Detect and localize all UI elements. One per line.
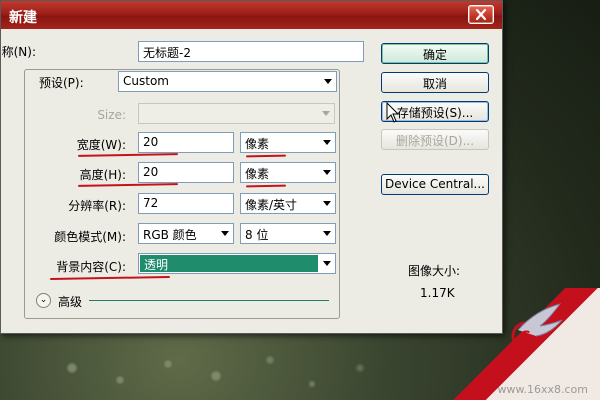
dialog-body: 名称(N): 无标题-2 预设(P): Custom Size: 宽度(W): … bbox=[0, 31, 493, 324]
dialog-title-bar[interactable]: 新建 bbox=[1, 1, 502, 29]
colormode-select[interactable]: RGB 颜色 bbox=[138, 223, 234, 244]
width-label: 宽度(W): bbox=[76, 138, 126, 152]
width-unit-select[interactable]: 像素 bbox=[240, 132, 336, 153]
height-unit-value: 像素 bbox=[245, 167, 270, 181]
preset-label: 预设(P): bbox=[36, 74, 87, 91]
resolution-unit-select[interactable]: 像素/英寸 bbox=[240, 193, 336, 214]
height-input[interactable]: 20 bbox=[138, 162, 234, 183]
chevron-down-icon bbox=[221, 231, 229, 236]
background-value: 透明 bbox=[140, 255, 318, 272]
chevron-down-icon bbox=[323, 170, 331, 175]
chevron-down-icon bbox=[323, 261, 331, 266]
preset-select[interactable]: Custom bbox=[118, 71, 337, 92]
advanced-expand-button[interactable]: ⌄ bbox=[36, 293, 51, 308]
size-label: Size: bbox=[97, 108, 126, 122]
height-unit-select[interactable]: 像素 bbox=[240, 162, 336, 183]
chevron-down-icon bbox=[322, 111, 330, 116]
delete-preset-button: 删除预设(D)... bbox=[381, 129, 489, 150]
preset-value: Custom bbox=[123, 74, 169, 88]
width-unit-value: 像素 bbox=[245, 137, 270, 151]
new-document-dialog: 新建 名称(N): 无标题-2 预设(P): Custom Size: 宽度(W… bbox=[0, 0, 503, 334]
advanced-label: 高级 bbox=[58, 295, 83, 309]
advanced-divider bbox=[89, 300, 329, 301]
close-button[interactable] bbox=[468, 5, 494, 24]
image-size-label: 图像大小: bbox=[408, 264, 461, 278]
resolution-label: 分辨率(R): bbox=[68, 199, 126, 213]
chevron-down-icon bbox=[323, 201, 331, 206]
site-watermark: S www.16xx8.com bbox=[440, 288, 600, 400]
ok-button[interactable]: 确定 bbox=[381, 43, 489, 64]
device-central-button[interactable]: Device Central... bbox=[381, 174, 489, 195]
chevron-down-icon bbox=[323, 231, 331, 236]
height-label: 高度(H): bbox=[79, 168, 126, 182]
bitdepth-select[interactable]: 8 位 bbox=[240, 223, 336, 244]
bitdepth-value: 8 位 bbox=[245, 228, 269, 242]
svg-text:S: S bbox=[521, 329, 531, 345]
mouse-cursor-icon bbox=[386, 102, 400, 123]
watermark-url: www.16xx8.com bbox=[497, 383, 588, 396]
resolution-input[interactable]: 72 bbox=[138, 193, 234, 214]
colormode-label: 颜色模式(M): bbox=[54, 230, 126, 244]
close-icon bbox=[475, 8, 487, 21]
resolution-unit-value: 像素/英寸 bbox=[245, 198, 298, 212]
size-select bbox=[138, 103, 335, 124]
background-label: 背景内容(C): bbox=[56, 260, 126, 274]
background-select[interactable]: 透明 bbox=[138, 253, 336, 274]
winged-emblem-icon: S bbox=[511, 303, 563, 351]
chevron-down-icon bbox=[323, 140, 331, 145]
colormode-value: RGB 颜色 bbox=[143, 228, 197, 242]
width-input[interactable]: 20 bbox=[138, 132, 234, 153]
name-input[interactable]: 无标题-2 bbox=[138, 41, 364, 62]
chevron-down-icon bbox=[324, 79, 332, 84]
dialog-title: 新建 bbox=[9, 10, 37, 26]
chevron-double-down-icon: ⌄ bbox=[39, 295, 48, 305]
cancel-button[interactable]: 取消 bbox=[381, 72, 489, 93]
name-label: 名称(N): bbox=[0, 45, 36, 59]
